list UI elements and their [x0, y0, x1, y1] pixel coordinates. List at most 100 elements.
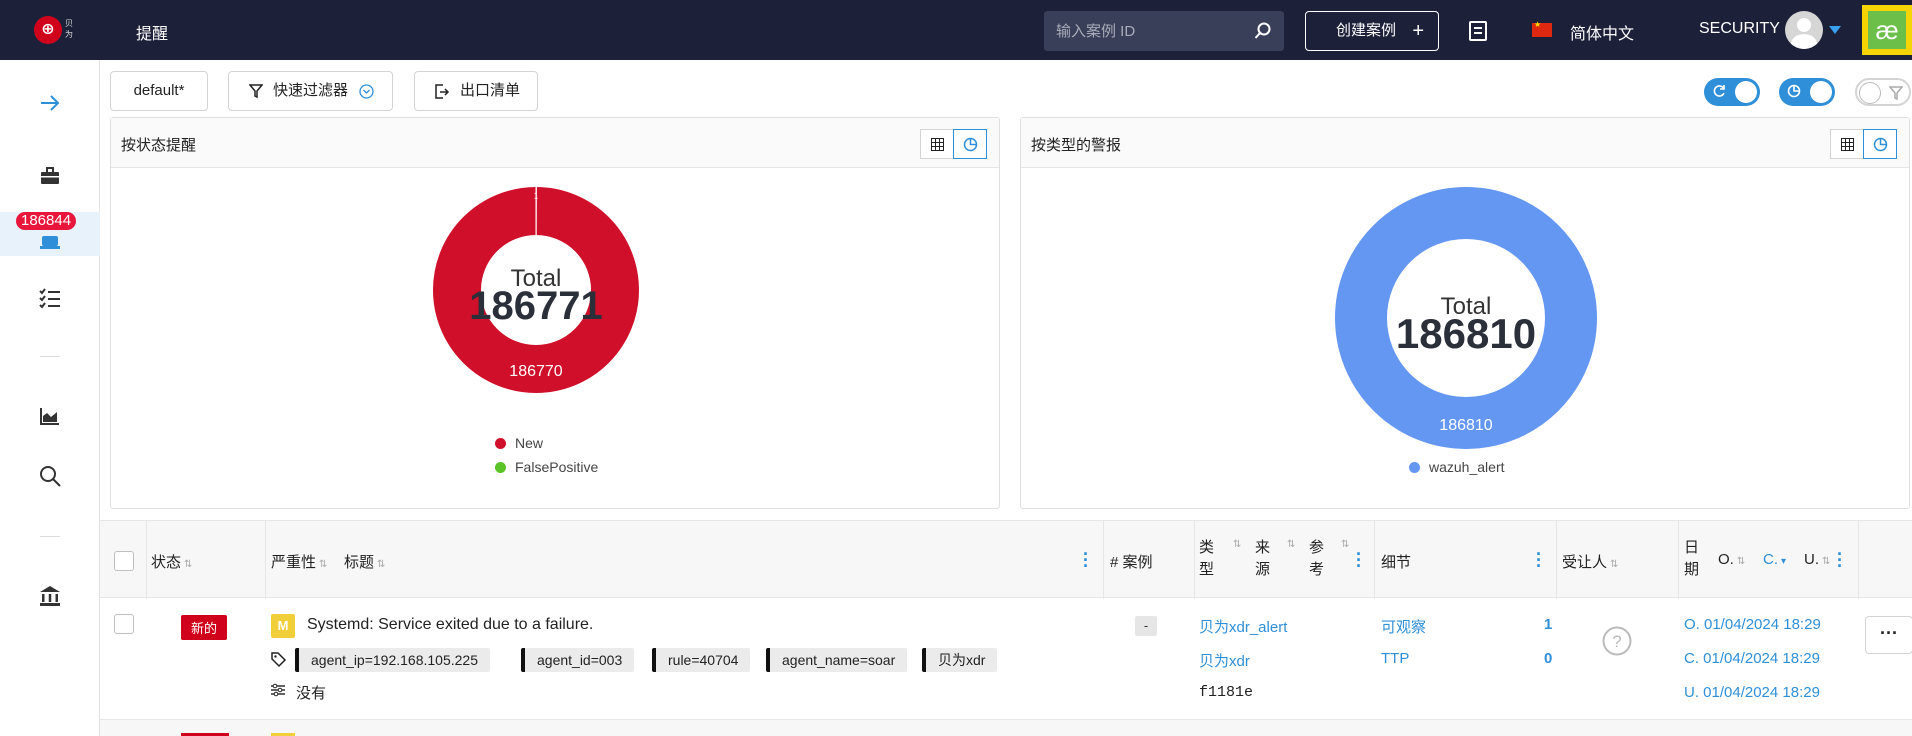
chevron-down-icon[interactable] — [1829, 26, 1841, 34]
legend-dot — [495, 462, 506, 473]
column-menu-icon[interactable]: · · · — [1083, 545, 1089, 575]
logo-mark: ⊕ — [34, 16, 62, 44]
donut-total-value: 186810 — [1396, 310, 1536, 357]
panel-header: 按类型的警报 — [1021, 118, 1909, 168]
ttp-count[interactable]: 0 — [1544, 650, 1552, 667]
header-date: 日期 — [1684, 539, 1700, 578]
tag[interactable]: rule=40704 — [652, 648, 751, 672]
filter-panel-toggle[interactable] — [1855, 78, 1911, 106]
date-occurred: O. 01/04/2024 18:29 — [1684, 616, 1821, 633]
quick-filter-button[interactable]: 快速过滤器 — [228, 71, 393, 111]
user-name[interactable]: SECURITY — [1699, 20, 1780, 38]
refresh-icon — [1713, 85, 1725, 97]
pie-chart-icon — [1873, 137, 1888, 152]
header-source[interactable]: 来源 — [1255, 537, 1275, 581]
sidebar-divider — [40, 356, 60, 357]
table-icon — [1841, 138, 1854, 151]
sort-icon[interactable]: ⇅ — [1341, 539, 1349, 550]
sidebar-item-tasks[interactable] — [0, 274, 100, 318]
sort-icon: ⇅ — [1736, 556, 1746, 567]
header-details[interactable]: 细节 — [1381, 551, 1411, 572]
source-link[interactable]: 贝为xdr — [1199, 650, 1250, 671]
language-selector[interactable]: 简体中文 — [1570, 20, 1634, 44]
tag[interactable]: agent_id=003 — [521, 648, 635, 672]
briefcase-icon — [41, 167, 59, 184]
sort-icon: ⇅ — [1610, 559, 1619, 570]
unassigned-icon[interactable]: ? — [1602, 626, 1632, 656]
header-date-c[interactable]: C. ▾ — [1763, 551, 1786, 568]
reference-value: f1181e — [1199, 684, 1254, 701]
observables-link[interactable]: 可观察 — [1381, 616, 1426, 637]
table-view-button[interactable] — [1830, 129, 1864, 159]
app-logo[interactable]: ⊕ 贝为 — [34, 14, 78, 46]
type-chart-panel: 按类型的警报 Total 186810 186810 wazuh_alert — [1020, 117, 1910, 509]
sort-icon[interactable]: ⇅ — [1233, 539, 1241, 550]
tag[interactable]: agent_ip=192.168.105.225 — [295, 648, 490, 672]
header-date-o[interactable]: O. ⇅ — [1718, 551, 1745, 568]
toggle-knob — [1810, 81, 1832, 103]
alert-title[interactable]: Systemd: Service exited due to a failure… — [307, 616, 593, 634]
tag[interactable]: agent_name=soar — [766, 648, 908, 672]
sort-icon[interactable]: ⇅ — [1287, 539, 1295, 550]
row-checkbox[interactable] — [114, 614, 134, 634]
quick-filter-label: 快速过滤器 — [273, 82, 349, 99]
observables-count[interactable]: 1 — [1544, 616, 1552, 633]
header-severity[interactable]: 严重性 ⇅ — [271, 551, 327, 572]
export-list-button[interactable]: 出口清单 — [414, 71, 538, 111]
status-donut-chart: Total1867711867701 — [433, 186, 639, 393]
charts-toggle[interactable] — [1779, 78, 1835, 106]
row-actions-button[interactable]: ··· — [1865, 616, 1912, 654]
sidebar-item-expand[interactable] — [0, 79, 100, 123]
column-divider — [265, 521, 266, 599]
header-title[interactable]: 标题 ⇅ — [344, 551, 385, 572]
china-flag-icon[interactable] — [1532, 20, 1552, 37]
alert-count-badge: 186844 — [16, 212, 77, 230]
brand-app-icon[interactable]: æ — [1862, 5, 1912, 55]
toggle-knob — [1859, 82, 1881, 104]
sidebar-item-organisation[interactable] — [0, 572, 100, 616]
header-label: O. — [1718, 551, 1734, 568]
ae-icon: æ — [1868, 11, 1906, 49]
column-divider — [1103, 521, 1104, 599]
panel-title: 按状态提醒 — [121, 137, 197, 154]
column-menu-icon[interactable]: · · · — [1837, 545, 1843, 575]
header-cases[interactable]: # 案例 — [1110, 551, 1153, 572]
search-icon[interactable] — [1254, 22, 1272, 40]
column-menu-icon[interactable]: · · · — [1356, 545, 1362, 575]
panel-header: 按状态提醒 — [111, 118, 999, 168]
sidebar-divider — [40, 536, 60, 537]
header-assignee[interactable]: 受让人 ⇅ — [1562, 551, 1618, 572]
auto-refresh-toggle[interactable] — [1704, 78, 1760, 106]
type-link[interactable]: 贝为xdr_alert — [1199, 616, 1287, 637]
create-case-button[interactable]: 创建案例 + — [1305, 11, 1439, 51]
avatar[interactable] — [1785, 11, 1823, 49]
pie-chart-icon — [1787, 84, 1801, 98]
table-icon — [931, 138, 944, 151]
header-date-u[interactable]: U. ⇅ — [1804, 551, 1830, 568]
sort-desc-icon: ▾ — [1781, 556, 1787, 567]
search-icon — [40, 466, 61, 487]
donut-slice-label: 186770 — [509, 363, 562, 380]
legend-dot — [495, 438, 506, 449]
ttp-link[interactable]: TTP — [1381, 650, 1409, 667]
header-status[interactable]: 状态 ⇅ — [151, 551, 192, 572]
header-type[interactable]: 类型 — [1199, 537, 1219, 581]
panel-title: 按类型的警报 — [1031, 137, 1122, 154]
table-view-button[interactable] — [920, 129, 954, 159]
chart-view-button[interactable] — [953, 129, 987, 159]
tag[interactable]: 贝为xdr — [922, 648, 998, 672]
sidebar: 186844 — [0, 60, 100, 736]
chart-view-button[interactable] — [1863, 129, 1897, 159]
sidebar-item-cases[interactable] — [0, 152, 100, 196]
sidebar-item-search[interactable] — [0, 452, 100, 496]
search-input[interactable] — [1056, 19, 1246, 43]
sort-icon: ⇅ — [184, 559, 193, 570]
header-reference[interactable]: 参考 — [1309, 537, 1329, 581]
column-menu-icon[interactable]: · · · — [1536, 545, 1542, 575]
table-row[interactable]: 新的 M Systemd: Service exited due to a fa… — [100, 598, 1912, 720]
docs-icon[interactable] — [1469, 21, 1487, 41]
sidebar-item-dashboards[interactable] — [0, 392, 100, 436]
select-all-checkbox[interactable] — [114, 551, 134, 571]
filter-preset-button[interactable]: default* — [110, 71, 208, 111]
table-row[interactable] — [100, 720, 1912, 736]
